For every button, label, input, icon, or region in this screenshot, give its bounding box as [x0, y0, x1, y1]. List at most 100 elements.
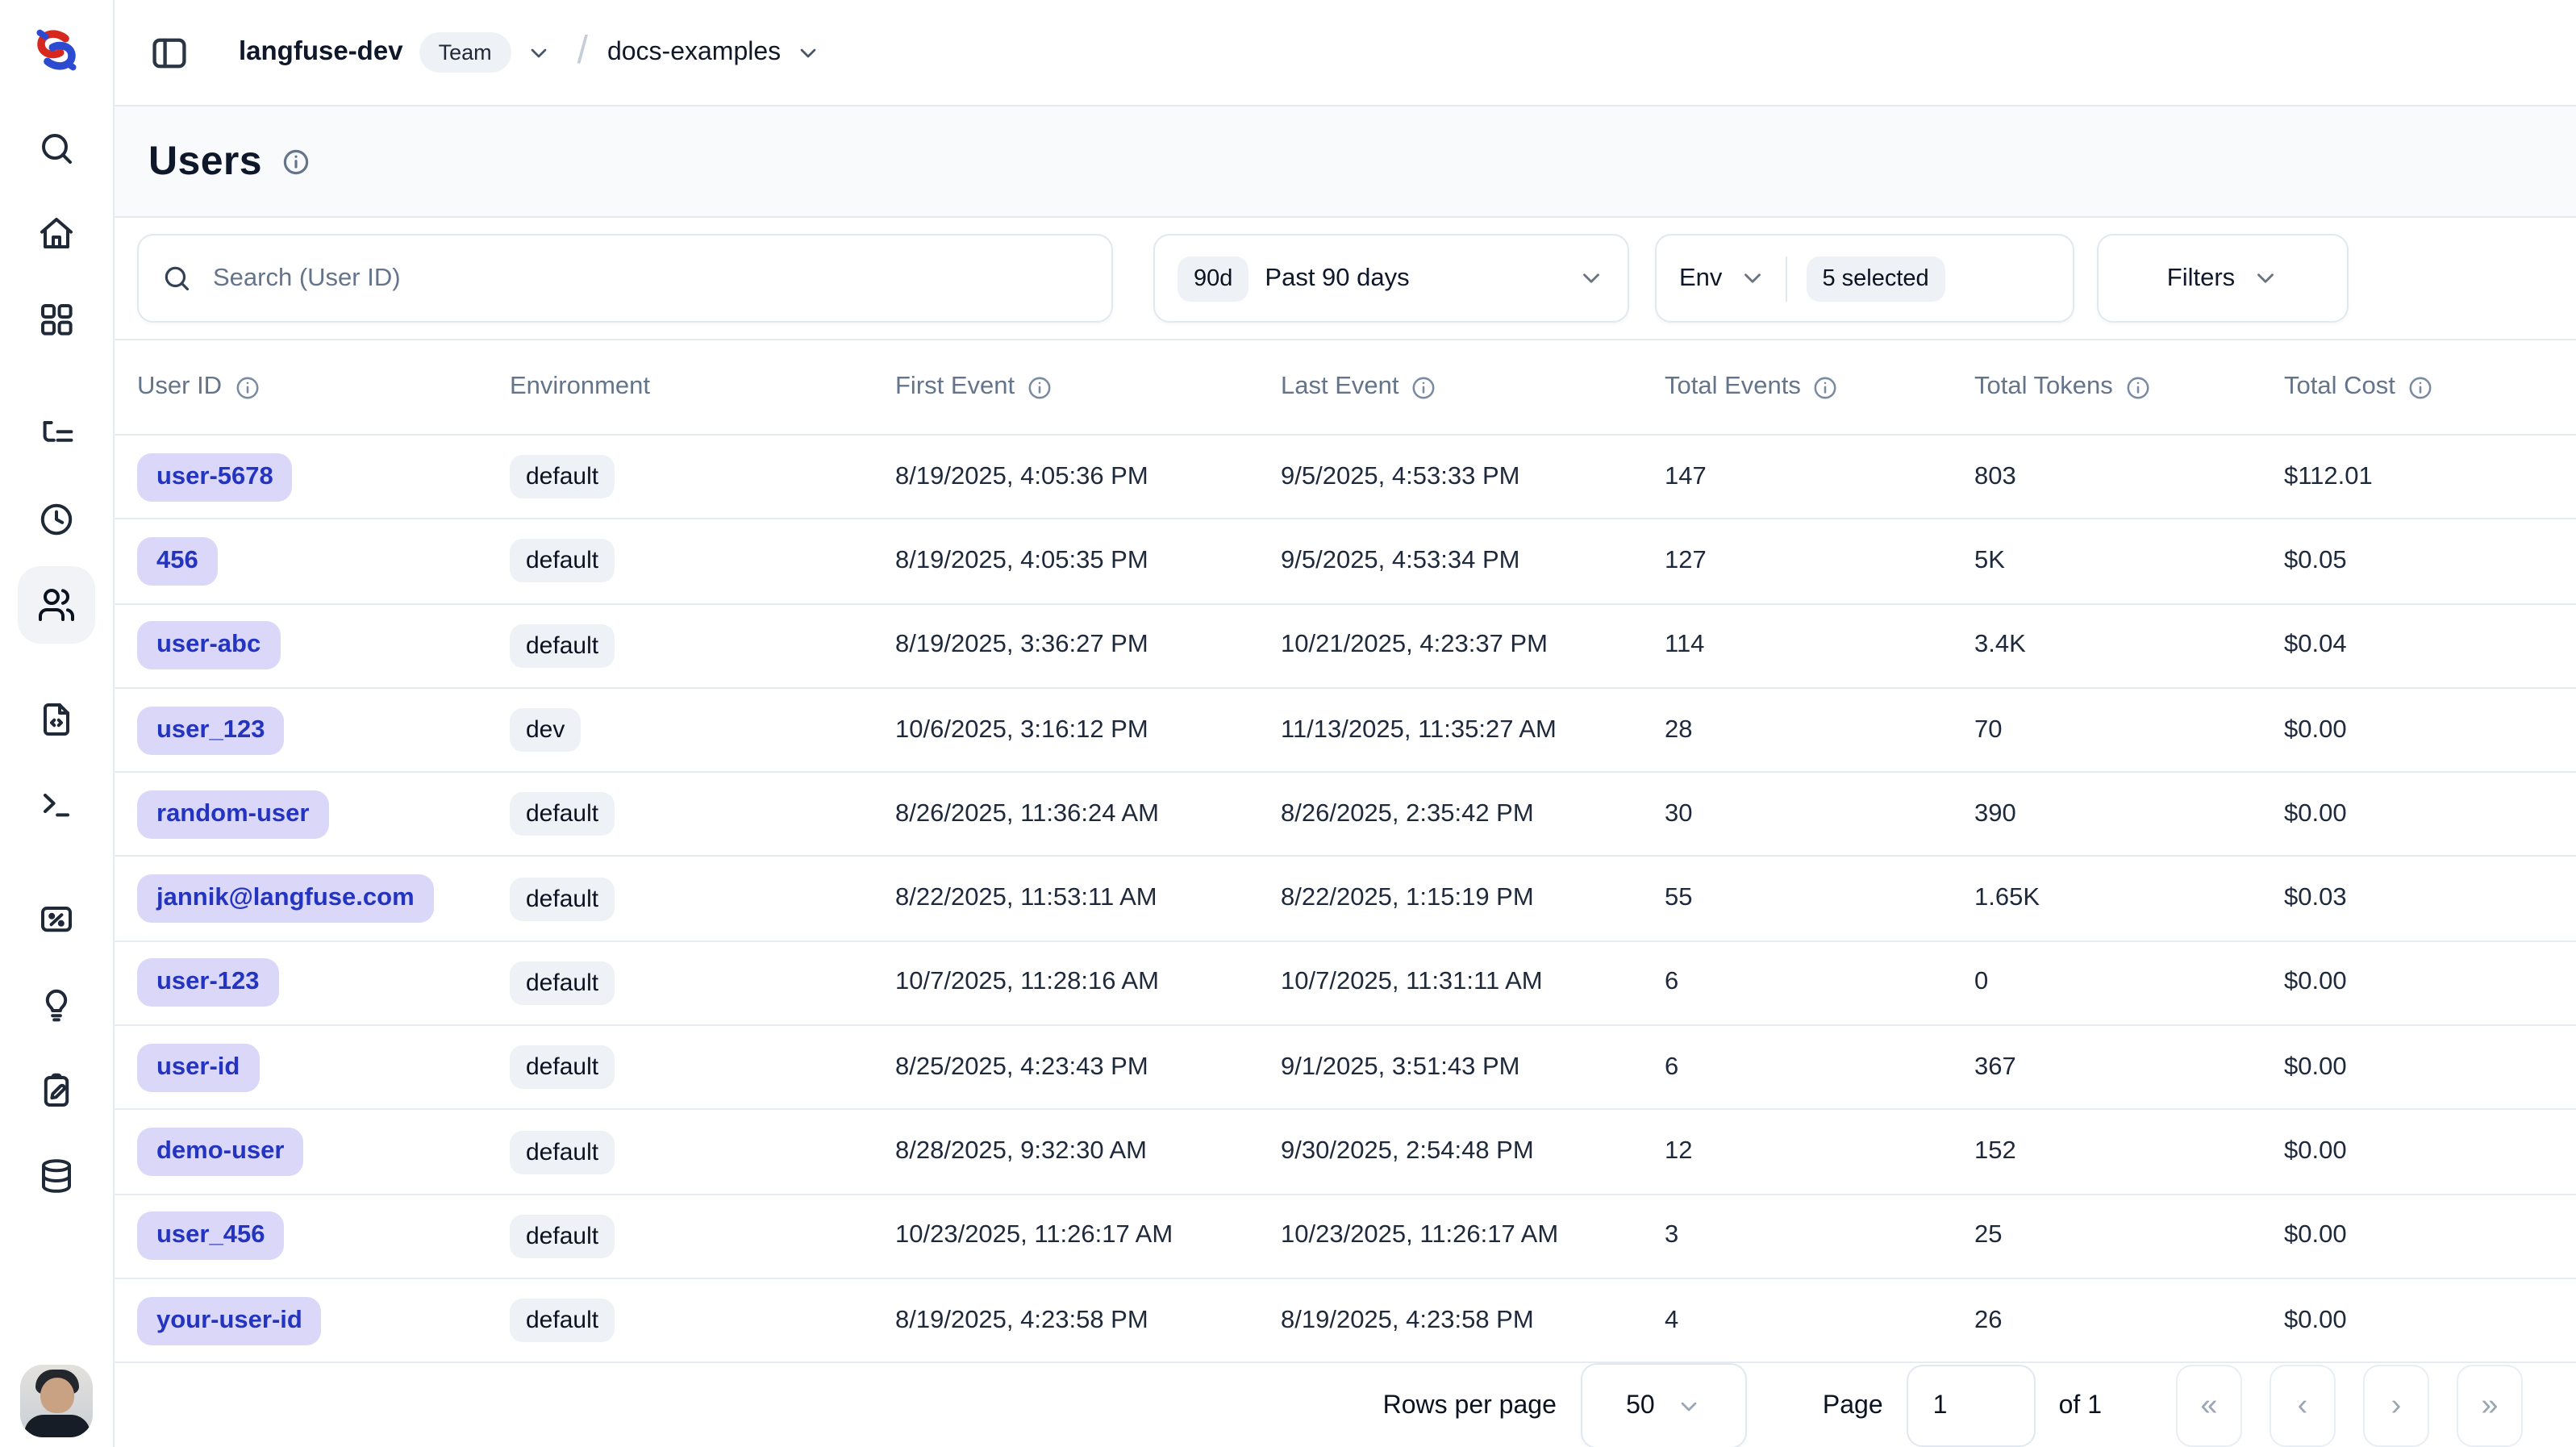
rows-per-page-select[interactable]: 50	[1581, 1364, 1747, 1447]
column-label: Total Events	[1665, 373, 1801, 402]
column-label: Last Event	[1281, 373, 1399, 402]
main-area: langfuse-dev Team / docs-examples Users …	[115, 0, 2576, 1447]
sidebar-item-annotation[interactable]	[24, 1058, 89, 1123]
traces-icon	[37, 415, 76, 453]
rows-per-page-value: 50	[1626, 1392, 1655, 1421]
column-label: Environment	[510, 373, 650, 402]
last-page-button[interactable]: »	[2457, 1366, 2523, 1447]
info-icon[interactable]	[2124, 373, 2152, 401]
page-title: Users	[148, 138, 262, 185]
environment-badge: default	[510, 1130, 615, 1174]
last-event-cell: 8/22/2025, 1:15:19 PM	[1281, 884, 1665, 913]
info-icon[interactable]	[1812, 373, 1840, 401]
page-number-input[interactable]	[1907, 1366, 2036, 1447]
user-id-badge[interactable]: jannik@langfuse.com	[137, 874, 434, 923]
info-icon[interactable]	[2407, 373, 2434, 401]
total-tokens-cell: 1.65K	[1974, 884, 2284, 913]
total-tokens-cell: 3.4K	[1974, 631, 2284, 660]
table-row[interactable]: user-abcdefault8/19/2025, 3:36:27 PM10/2…	[115, 604, 2576, 689]
chevron-down-icon	[1738, 265, 1765, 292]
environment-badge: default	[510, 793, 615, 836]
environment-badge: default	[510, 455, 615, 498]
divider	[1785, 256, 1786, 301]
environment-badge: default	[510, 877, 615, 920]
datasets-icon	[37, 1157, 76, 1195]
user-avatar[interactable]	[20, 1365, 93, 1437]
table-row[interactable]: user_123dev10/6/2025, 3:16:12 PM11/13/20…	[115, 689, 2576, 774]
total-events-cell: 114	[1665, 631, 1974, 660]
environment-filter[interactable]: Env 5 selected	[1655, 234, 2074, 323]
user-id-badge[interactable]: demo-user	[137, 1128, 304, 1176]
search-box	[137, 234, 1113, 323]
filters-button[interactable]: Filters	[2097, 234, 2349, 323]
scores-icon	[37, 900, 76, 939]
user-id-badge[interactable]: user-123	[137, 959, 279, 1007]
sidebar-item-search[interactable]	[24, 116, 89, 181]
column-header-total-cost: Total Cost	[2284, 373, 2576, 402]
project-selector[interactable]: docs-examples	[607, 38, 821, 67]
first-page-button[interactable]: «	[2176, 1366, 2242, 1447]
date-range-badge: 90d	[1178, 256, 1248, 301]
first-event-cell: 10/7/2025, 11:28:16 AM	[895, 969, 1281, 998]
user-id-badge[interactable]: user-abc	[137, 621, 280, 669]
users-icon	[37, 586, 76, 624]
total-events-cell: 3	[1665, 1222, 1974, 1251]
first-page-icon: «	[2200, 1389, 2217, 1424]
insights-icon	[37, 986, 76, 1024]
table-row[interactable]: user-123default10/7/2025, 11:28:16 AM10/…	[115, 942, 2576, 1027]
last-event-cell: 8/19/2025, 4:23:58 PM	[1281, 1306, 1665, 1335]
info-icon[interactable]	[1026, 373, 1053, 401]
user-id-badge[interactable]: user_456	[137, 1212, 284, 1261]
total-cost-cell: $0.00	[2284, 1053, 2576, 1082]
sidebar-item-home[interactable]	[24, 202, 89, 266]
sidebar-item-insights[interactable]	[24, 973, 89, 1037]
sidebar-item-users[interactable]	[18, 566, 95, 644]
info-icon[interactable]	[1411, 373, 1438, 401]
total-cost-cell: $0.00	[2284, 800, 2576, 829]
first-event-cell: 8/19/2025, 4:05:35 PM	[895, 547, 1281, 576]
environment-badge: default	[510, 1045, 615, 1089]
sidebar-item-datasets[interactable]	[24, 1144, 89, 1208]
table-row[interactable]: your-user-iddefault8/19/2025, 4:23:58 PM…	[115, 1279, 2576, 1364]
total-cost-cell: $0.03	[2284, 884, 2576, 913]
total-events-cell: 30	[1665, 800, 1974, 829]
total-tokens-cell: 152	[1974, 1137, 2284, 1166]
chevron-down-icon	[1676, 1394, 1702, 1420]
sidebar	[0, 0, 115, 1447]
page-header: Users	[115, 106, 2576, 218]
total-cost-cell: $0.04	[2284, 631, 2576, 660]
prev-page-button[interactable]: ‹	[2270, 1366, 2336, 1447]
sidebar-item-dashboard[interactable]	[24, 287, 89, 352]
org-selector[interactable]: langfuse-dev Team	[239, 32, 552, 73]
org-name: langfuse-dev	[239, 37, 403, 68]
environment-badge: dev	[510, 708, 581, 752]
column-label: First Event	[895, 373, 1015, 402]
sidebar-item-sessions[interactable]	[24, 487, 89, 552]
table-row[interactable]: user-5678default8/19/2025, 4:05:36 PM9/5…	[115, 436, 2576, 520]
total-tokens-cell: 25	[1974, 1222, 2284, 1251]
langfuse-logo-icon[interactable]	[26, 19, 87, 81]
user-id-badge[interactable]: random-user	[137, 790, 329, 839]
total-cost-cell: $0.00	[2284, 1306, 2576, 1335]
search-input[interactable]	[210, 262, 1089, 294]
user-id-badge[interactable]: user_123	[137, 706, 284, 754]
user-id-badge[interactable]: your-user-id	[137, 1296, 322, 1345]
user-id-badge[interactable]: 456	[137, 537, 218, 586]
table-row[interactable]: 456default8/19/2025, 4:05:35 PM9/5/2025,…	[115, 520, 2576, 605]
page-title-info-icon[interactable]	[280, 146, 311, 177]
next-page-button[interactable]: ›	[2363, 1366, 2429, 1447]
sidebar-toggle-button[interactable]	[148, 31, 190, 73]
table-row[interactable]: random-userdefault8/26/2025, 11:36:24 AM…	[115, 773, 2576, 857]
sidebar-item-scores[interactable]	[24, 887, 89, 952]
table-row[interactable]: jannik@langfuse.comdefault8/22/2025, 11:…	[115, 857, 2576, 942]
table-row[interactable]: user_456default10/23/2025, 11:26:17 AM10…	[115, 1195, 2576, 1279]
user-id-badge[interactable]: user-id	[137, 1043, 259, 1091]
date-range-picker[interactable]: 90d Past 90 days	[1153, 234, 1629, 323]
user-id-badge[interactable]: user-5678	[137, 452, 293, 501]
info-icon[interactable]	[233, 373, 261, 401]
sidebar-item-prompts[interactable]	[24, 687, 89, 752]
sidebar-item-traces[interactable]	[24, 402, 89, 466]
table-row[interactable]: user-iddefault8/25/2025, 4:23:43 PM9/1/2…	[115, 1026, 2576, 1111]
table-row[interactable]: demo-userdefault8/28/2025, 9:32:30 AM9/3…	[115, 1111, 2576, 1195]
sidebar-item-playground[interactable]	[24, 773, 89, 837]
